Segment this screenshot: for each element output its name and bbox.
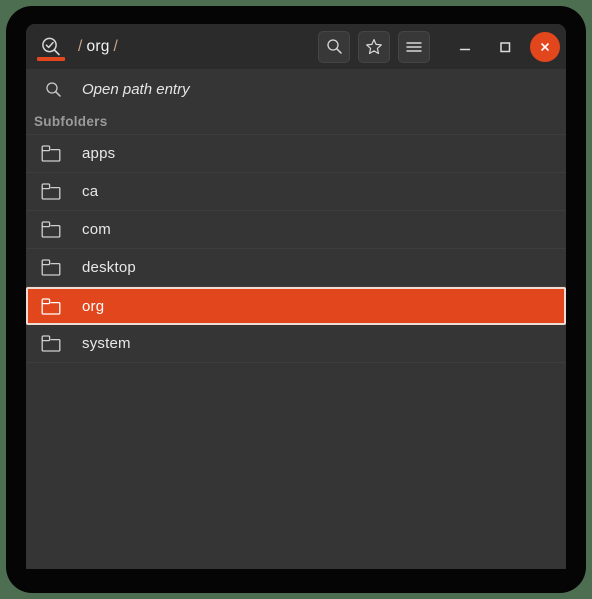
list-item-label: ca xyxy=(82,183,99,200)
app-icon xyxy=(32,24,70,69)
list-item[interactable]: apps xyxy=(26,135,566,173)
subfolder-list: Subfolders apps ca com desktop org syste… xyxy=(26,109,566,569)
folder-icon xyxy=(38,259,64,276)
path-entry-row[interactable]: Open path entry xyxy=(26,69,566,109)
list-item-label: org xyxy=(82,297,105,315)
minimize-icon xyxy=(459,48,471,50)
search-button[interactable] xyxy=(318,30,350,63)
breadcrumb-separator-leading: / xyxy=(78,37,83,55)
list-item[interactable]: system xyxy=(26,325,566,363)
minimize-button[interactable] xyxy=(450,32,480,62)
close-icon xyxy=(541,42,549,51)
list-item[interactable]: desktop xyxy=(26,249,566,287)
close-button[interactable] xyxy=(530,31,560,62)
folder-icon xyxy=(38,335,64,352)
folder-icon xyxy=(38,297,64,315)
breadcrumb[interactable]: / org / xyxy=(74,38,122,56)
folder-icon xyxy=(38,221,64,238)
maximize-icon xyxy=(500,41,511,52)
menu-button[interactable] xyxy=(398,30,430,63)
list-item[interactable]: com xyxy=(26,211,566,249)
list-item-label: com xyxy=(82,221,111,238)
breadcrumb-separator-trailing: / xyxy=(113,37,119,55)
list-item-label: desktop xyxy=(82,259,136,276)
folder-icon xyxy=(38,183,64,200)
maximize-button[interactable] xyxy=(490,32,520,62)
list-item-label: apps xyxy=(82,145,116,162)
star-icon xyxy=(366,38,382,54)
search-icon xyxy=(40,81,66,98)
breadcrumb-segment-org[interactable]: org xyxy=(87,38,110,56)
path-entry-placeholder[interactable]: Open path entry xyxy=(82,81,190,98)
hamburger-menu-icon xyxy=(406,41,422,52)
app-accent-underline xyxy=(37,57,65,61)
list-item-selected[interactable]: org xyxy=(26,287,566,325)
folder-icon xyxy=(38,145,64,162)
magnifier-check-icon xyxy=(42,37,60,55)
bookmark-button[interactable] xyxy=(358,30,390,63)
title-bar: / org / xyxy=(26,24,566,69)
section-header-subfolders: Subfolders xyxy=(26,109,566,135)
search-icon xyxy=(326,39,342,54)
list-item-label: system xyxy=(82,335,131,352)
list-item[interactable]: ca xyxy=(26,173,566,211)
application-window: / org / Open path entry Subfolders apps … xyxy=(26,24,566,569)
